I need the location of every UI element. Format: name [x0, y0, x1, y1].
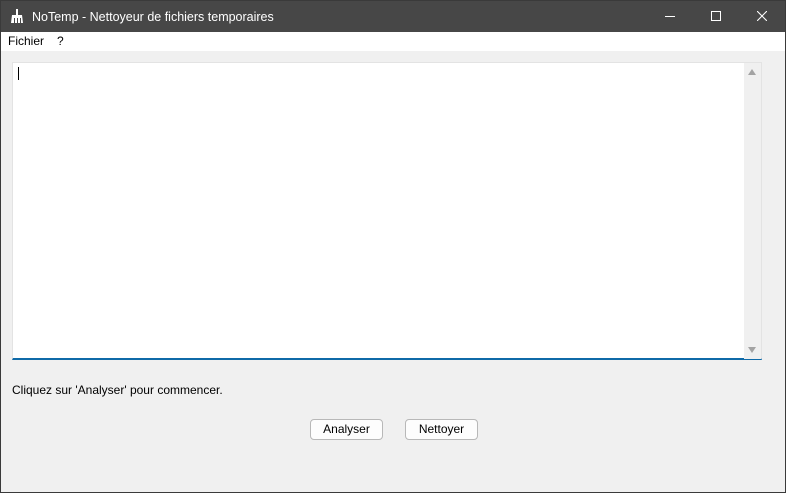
log-textarea[interactable]: [12, 62, 762, 360]
close-icon: [756, 8, 768, 26]
window-title: NoTemp - Nettoyeur de fichiers temporair…: [32, 10, 274, 24]
menu-bar: Fichier ?: [1, 32, 785, 51]
menu-help[interactable]: ?: [57, 34, 64, 49]
minimize-icon: [665, 8, 675, 26]
close-button[interactable]: [739, 1, 785, 32]
title-bar[interactable]: NoTemp - Nettoyeur de fichiers temporair…: [1, 1, 785, 32]
text-caret: [18, 67, 19, 80]
minimize-button[interactable]: [647, 1, 693, 32]
maximize-icon: [711, 8, 721, 26]
app-window: NoTemp - Nettoyeur de fichiers temporair…: [0, 0, 786, 493]
analyse-button[interactable]: Analyser: [310, 419, 383, 440]
scroll-down-icon[interactable]: [748, 347, 756, 353]
scroll-up-icon[interactable]: [748, 69, 756, 75]
vertical-scrollbar[interactable]: [744, 63, 761, 359]
maximize-button[interactable]: [693, 1, 739, 32]
clean-button[interactable]: Nettoyer: [405, 419, 478, 440]
status-label: Cliquez sur 'Analyser' pour commencer.: [12, 383, 223, 397]
broom-icon: [10, 9, 24, 23]
menu-fichier[interactable]: Fichier: [8, 34, 44, 49]
